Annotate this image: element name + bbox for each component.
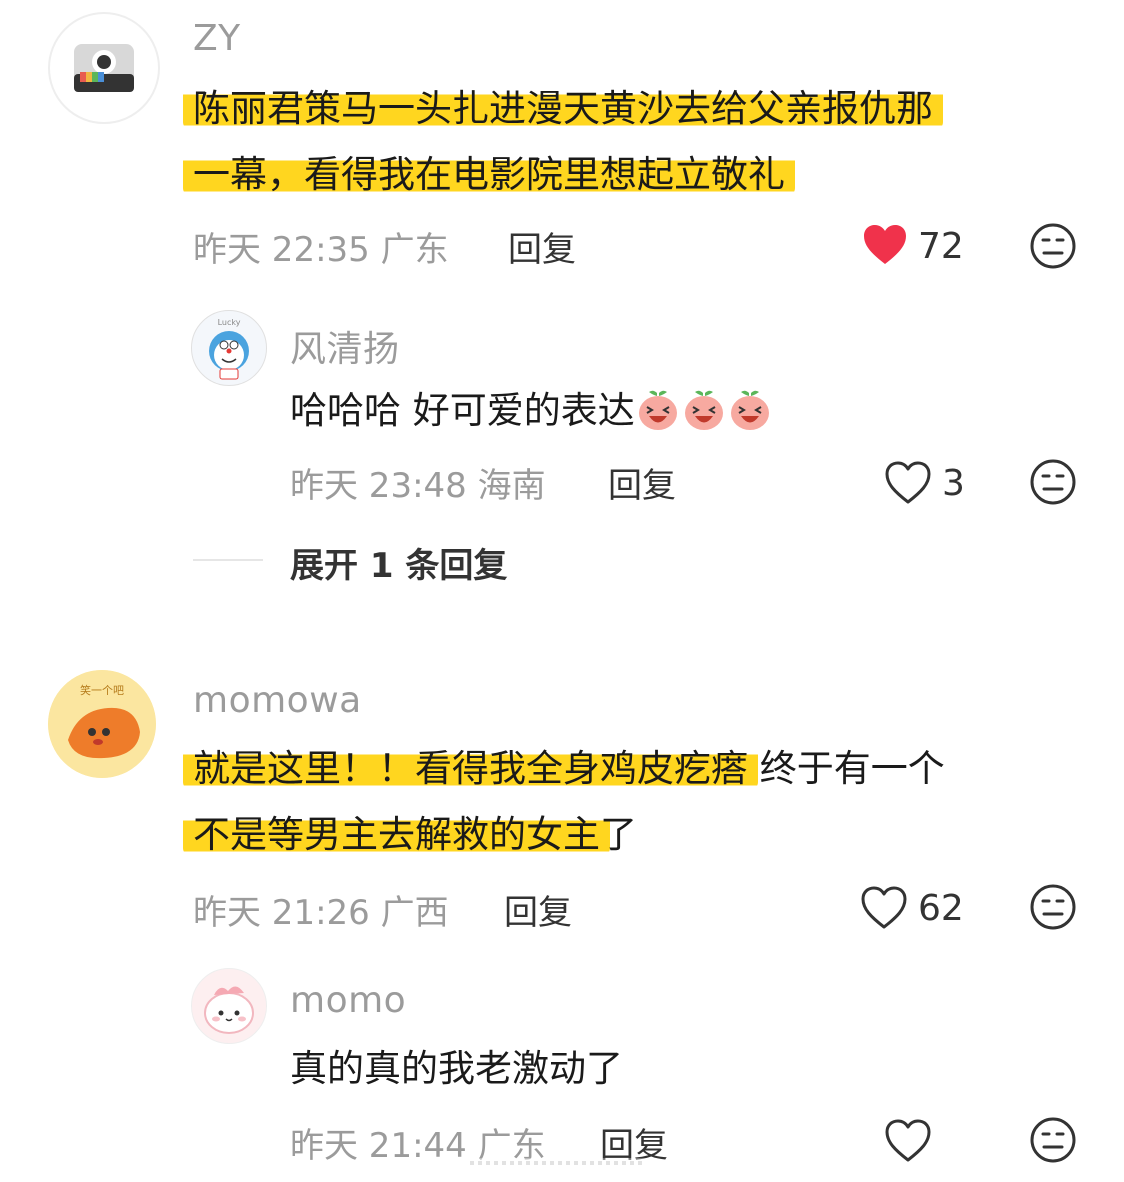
- like-button[interactable]: [884, 1118, 932, 1164]
- dislike-button[interactable]: [1029, 222, 1077, 270]
- reply-button[interactable]: 回复: [504, 885, 572, 934]
- like-count: 72: [918, 226, 964, 267]
- comment-text: 不是等男主去解救的女主了: [183, 802, 637, 868]
- camera-avatar-icon: [74, 44, 134, 92]
- cartoon-avatar-icon: 笑一个吧: [48, 670, 156, 778]
- like-button[interactable]: [860, 885, 908, 931]
- dislike-button[interactable]: [1029, 458, 1077, 506]
- expand-divider: [193, 559, 263, 561]
- highlighted-text: 陈丽君策马一头扎进漫天黄沙去给父亲报仇那: [183, 87, 943, 130]
- neutral-face-icon: [1030, 223, 1076, 269]
- comment-time-location: 昨天 22:35 广东: [193, 230, 449, 270]
- comment-text: 就是这里！！看得我全身鸡皮疙瘩 终于有一个: [183, 736, 945, 802]
- laughing-peach-emoji: [635, 389, 773, 432]
- avatar[interactable]: 笑一个吧: [48, 670, 156, 778]
- svg-text:笑一个吧: 笑一个吧: [80, 683, 124, 697]
- highlighted-text: 不是等男主去解救的女主: [183, 813, 610, 856]
- heart-outline-icon: [861, 886, 907, 929]
- reply-button[interactable]: 回复: [608, 458, 676, 507]
- reply-avatar[interactable]: Lucky: [191, 310, 267, 386]
- reply-button[interactable]: 回复: [508, 222, 576, 271]
- highlighted-text: 一幕，看得我在电影院里想起立敬礼: [183, 153, 795, 196]
- svg-text:Lucky: Lucky: [218, 318, 241, 327]
- watermark-overlay: [470, 1150, 650, 1172]
- comment-username[interactable]: momowa: [193, 680, 362, 721]
- reply-text: 真的真的我老激动了: [290, 1047, 623, 1090]
- comment-time-location: 昨天 21:26 广西: [193, 893, 449, 933]
- avatar[interactable]: [48, 12, 160, 124]
- reply-username[interactable]: momo: [290, 980, 406, 1021]
- like-button[interactable]: [862, 223, 908, 267]
- highlighted-text: 就是这里！！看得我全身鸡皮疙瘩: [183, 747, 758, 790]
- neutral-face-icon: [1030, 884, 1076, 930]
- reply-username[interactable]: 风清扬: [290, 320, 400, 372]
- comment-text: 陈丽君策马一头扎进漫天黄沙去给父亲报仇那: [183, 76, 943, 142]
- like-count: 3: [942, 463, 965, 504]
- reply-text: 哈哈哈 好可爱的表达: [290, 378, 773, 444]
- dislike-button[interactable]: [1029, 883, 1077, 931]
- pink-creature-avatar-icon: [204, 986, 254, 1034]
- heart-filled-icon: [864, 225, 906, 264]
- expand-replies-button[interactable]: 展开 1 条回复: [290, 538, 507, 587]
- neutral-face-icon: [1030, 1117, 1076, 1163]
- reply-time-location: 昨天 23:48 海南: [290, 466, 546, 506]
- like-count: 62: [918, 888, 964, 929]
- doraemon-avatar-icon: Lucky: [209, 318, 249, 380]
- reply-avatar[interactable]: [191, 968, 267, 1044]
- like-button[interactable]: [884, 460, 932, 506]
- heart-outline-icon: [885, 1119, 931, 1162]
- comment-username[interactable]: ZY: [193, 18, 241, 59]
- heart-outline-icon: [885, 461, 931, 504]
- neutral-face-icon: [1030, 459, 1076, 505]
- comment-text: 一幕，看得我在电影院里想起立敬礼: [183, 142, 795, 208]
- dislike-button[interactable]: [1029, 1116, 1077, 1164]
